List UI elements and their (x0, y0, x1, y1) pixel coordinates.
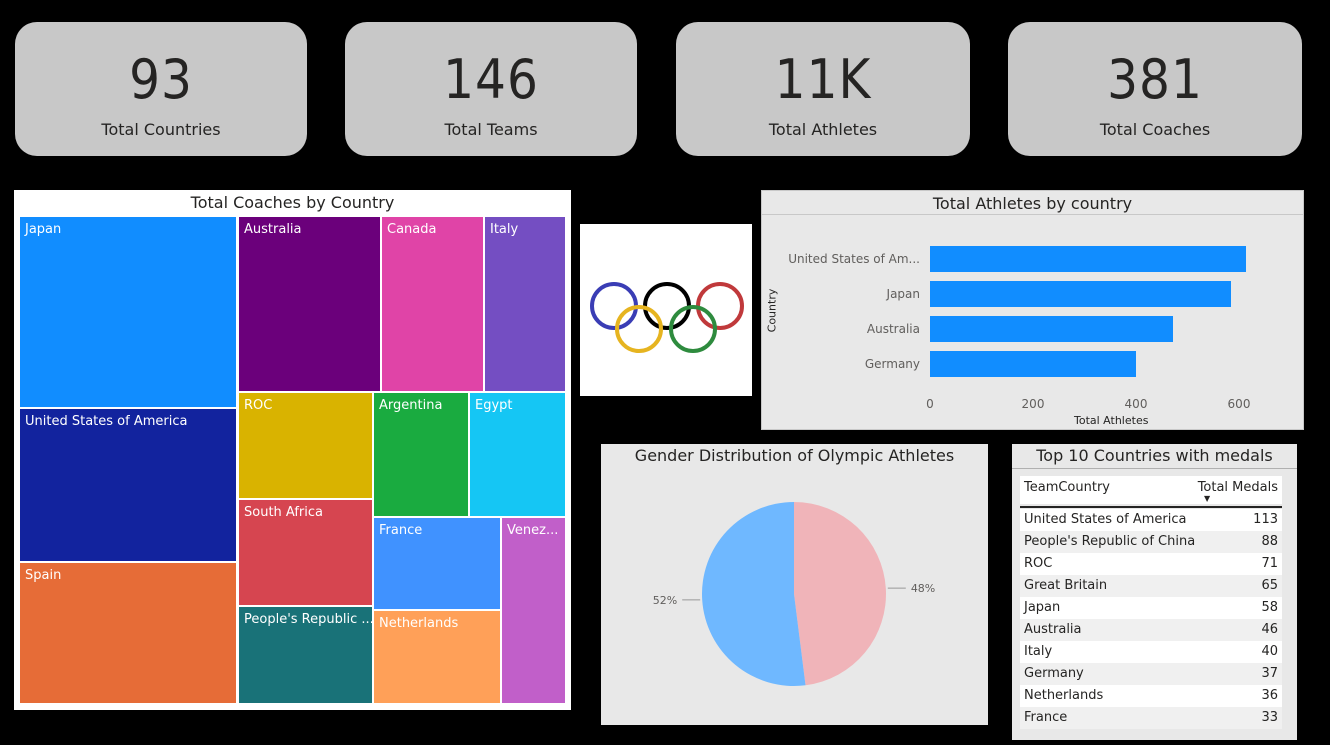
kpi-value: 146 (443, 48, 539, 111)
kpi-label: Total Coaches (1099, 120, 1211, 139)
cell-country: People's Republic of China (1024, 534, 1196, 549)
treemap-tile[interactable]: ROC (238, 392, 373, 499)
pie-data-label: 48% (911, 582, 935, 595)
x-tick-label: 200 (1021, 397, 1045, 411)
treemap-tile[interactable]: Argentina (373, 392, 469, 517)
treemap-tile[interactable]: Japan (19, 216, 237, 408)
kpi-card-coaches: 381 Total Coaches (1008, 22, 1302, 156)
treemap-tile[interactable]: South Africa (238, 499, 373, 606)
treemap-tile[interactable]: Egypt (469, 392, 566, 517)
bar[interactable] (930, 246, 1246, 272)
bar[interactable] (930, 316, 1173, 342)
cell-country: Netherlands (1024, 688, 1104, 703)
sort-desc-icon[interactable]: ▼ (1204, 494, 1210, 503)
kpi-value: 381 (1107, 48, 1203, 111)
table-row[interactable]: ROC 71 (1020, 553, 1282, 575)
pie-chart: 48% 52% (653, 502, 935, 686)
treemap-tile[interactable]: Australia (238, 216, 381, 392)
treemap: Japan United States of America Spain Austra… (14, 190, 571, 710)
bar[interactable] (930, 281, 1231, 307)
table-row[interactable]: Italy 40 (1020, 641, 1282, 663)
title-divider (1012, 468, 1297, 469)
cell-medals: 33 (1261, 710, 1278, 725)
x-tick-label: 400 (1124, 397, 1148, 411)
treemap-tile[interactable]: Netherlands (373, 610, 501, 704)
cell-country: Germany (1024, 666, 1084, 681)
column-header-country[interactable]: TeamCountry (1024, 480, 1110, 495)
bar-category-label: Japan (886, 287, 920, 301)
x-tick-label: 600 (1227, 397, 1251, 411)
medals-table-panel: Top 10 Countries with medals TeamCountry… (1012, 444, 1297, 740)
table-row[interactable]: Germany 37 (1020, 663, 1282, 685)
table-row[interactable]: Netherlands 36 (1020, 685, 1282, 707)
table-row[interactable]: Australia 46 (1020, 619, 1282, 641)
cell-country: ROC (1024, 556, 1053, 571)
olympic-rings-icon (590, 282, 744, 353)
kpi-card-countries: 93 Total Countries (15, 22, 307, 156)
bar-category-label: United States of Am... (788, 252, 920, 266)
treemap-tile[interactable]: Spain (19, 562, 237, 704)
treemap-tile[interactable]: United States of America (19, 408, 237, 562)
cell-medals: 36 (1261, 688, 1278, 703)
bar-category-label: Australia (866, 322, 920, 336)
table-title: Top 10 Countries with medals (1036, 446, 1273, 465)
cell-medals: 37 (1261, 666, 1278, 681)
bar-category-label: Germany (864, 357, 920, 371)
cell-medals: 88 (1261, 534, 1278, 549)
kpi-value: 93 (129, 48, 193, 111)
cell-country: Italy (1024, 644, 1053, 659)
pie-data-label: 52% (653, 594, 677, 607)
cell-country: Great Britain (1024, 578, 1108, 593)
cell-country: Australia (1024, 622, 1082, 637)
header-divider (1020, 506, 1282, 508)
table-row[interactable]: Japan 58 (1020, 597, 1282, 619)
table-header: TeamCountry Total Medals ▼ (1020, 476, 1282, 504)
kpi-value: 11K (774, 48, 872, 111)
cell-country: France (1024, 710, 1068, 725)
treemap-tile[interactable]: France (373, 517, 501, 610)
kpi-label: Total Athletes (768, 120, 878, 139)
cell-country: United States of America (1024, 512, 1187, 527)
cell-medals: 65 (1261, 578, 1278, 593)
table-row[interactable]: Great Britain 65 (1020, 575, 1282, 597)
column-header-medals[interactable]: Total Medals (1198, 480, 1278, 495)
cell-country: Japan (1024, 600, 1061, 615)
x-tick-label: 0 (926, 397, 934, 411)
cell-medals: 46 (1261, 622, 1278, 637)
bar-chart-panel: Total Athletes by country Country Total … (761, 190, 1304, 430)
kpi-card-teams: 146 Total Teams (345, 22, 637, 156)
pie-slice[interactable] (702, 502, 806, 686)
kpi-card-athletes: 11K Total Athletes (676, 22, 970, 156)
table-row[interactable]: France 33 (1020, 707, 1282, 729)
table-row[interactable]: People's Republic of China 88 (1020, 531, 1282, 553)
table-row[interactable]: United States of America 113 (1020, 509, 1282, 531)
treemap-tile[interactable]: Canada (381, 216, 484, 392)
bar-chart: United States of Am... Japan Australia Germ… (762, 191, 1305, 431)
cell-medals: 71 (1261, 556, 1278, 571)
treemap-tile[interactable]: Venez... (501, 517, 566, 704)
cell-medals: 40 (1261, 644, 1278, 659)
kpi-label: Total Countries (101, 120, 221, 139)
kpi-label: Total Teams (444, 120, 538, 139)
pie-chart-panel: Gender Distribution of Olympic Athletes … (601, 444, 988, 725)
treemap-panel: Total Coaches by Country Japan United Sta… (14, 190, 571, 710)
cell-medals: 58 (1261, 600, 1278, 615)
treemap-tile[interactable]: People's Republic ... (238, 606, 373, 704)
treemap-tile[interactable]: Italy (484, 216, 566, 392)
logo-panel (580, 224, 752, 396)
cell-medals: 113 (1253, 512, 1278, 527)
pie-slice[interactable] (794, 502, 887, 686)
bar[interactable] (930, 351, 1136, 377)
